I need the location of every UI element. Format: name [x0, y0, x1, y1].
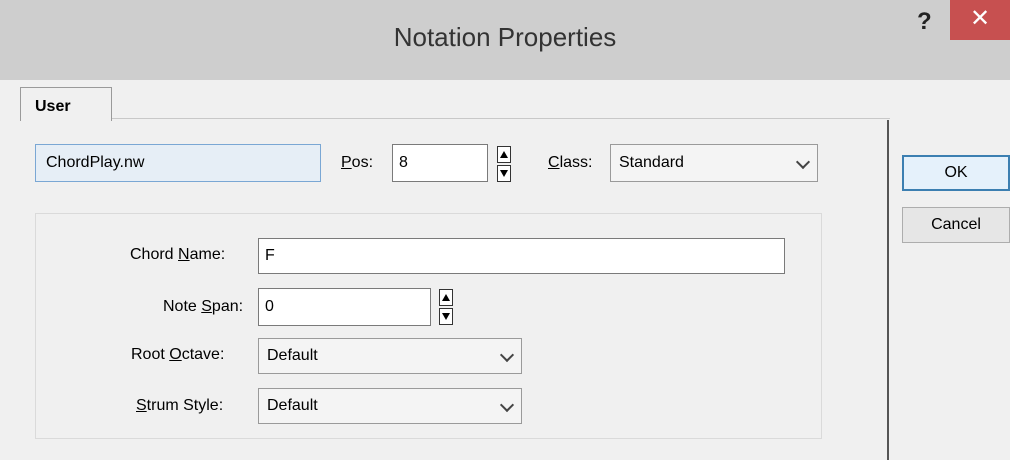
chevron-down-icon: [797, 157, 809, 169]
strum-style-label: Strum Style:: [136, 397, 224, 414]
cancel-button[interactable]: Cancel: [902, 207, 1010, 243]
class-label: Class:: [548, 154, 593, 171]
class-select[interactable]: Standard: [610, 144, 818, 182]
ok-button[interactable]: OK: [902, 155, 1010, 191]
tab-divider: [112, 118, 890, 119]
strum-style-value: Default: [267, 397, 318, 414]
root-octave-select[interactable]: Default: [258, 338, 522, 374]
close-button[interactable]: ✕: [950, 0, 1010, 40]
window-title: Notation Properties: [393, 22, 617, 52]
note-span-spinner[interactable]: [439, 289, 453, 325]
spin-up-icon[interactable]: [439, 289, 453, 306]
chord-name-label: Chord Name:: [130, 246, 226, 263]
note-span-label: Note Span:: [163, 298, 244, 315]
pos-input[interactable]: 8: [392, 144, 488, 182]
pos-spinner[interactable]: [497, 146, 511, 182]
pos-label: Pos:: [341, 154, 374, 171]
class-select-value: Standard: [619, 154, 684, 171]
chevron-down-icon: [501, 350, 513, 362]
chevron-down-icon: [501, 400, 513, 412]
chord-name-input[interactable]: F: [258, 238, 785, 274]
help-button[interactable]: ?: [917, 8, 932, 36]
file-name-field[interactable]: ChordPlay.nw: [35, 144, 321, 182]
root-octave-value: Default: [267, 347, 318, 364]
strum-style-select[interactable]: Default: [258, 388, 522, 424]
root-octave-label: Root Octave:: [131, 346, 225, 363]
note-span-input[interactable]: 0: [258, 288, 431, 326]
spin-down-icon[interactable]: [439, 308, 453, 325]
title-bar: Notation Properties ? ✕: [0, 0, 1010, 80]
spin-up-icon[interactable]: [497, 146, 511, 163]
tab-user[interactable]: User: [20, 87, 112, 121]
spin-down-icon[interactable]: [497, 165, 511, 182]
